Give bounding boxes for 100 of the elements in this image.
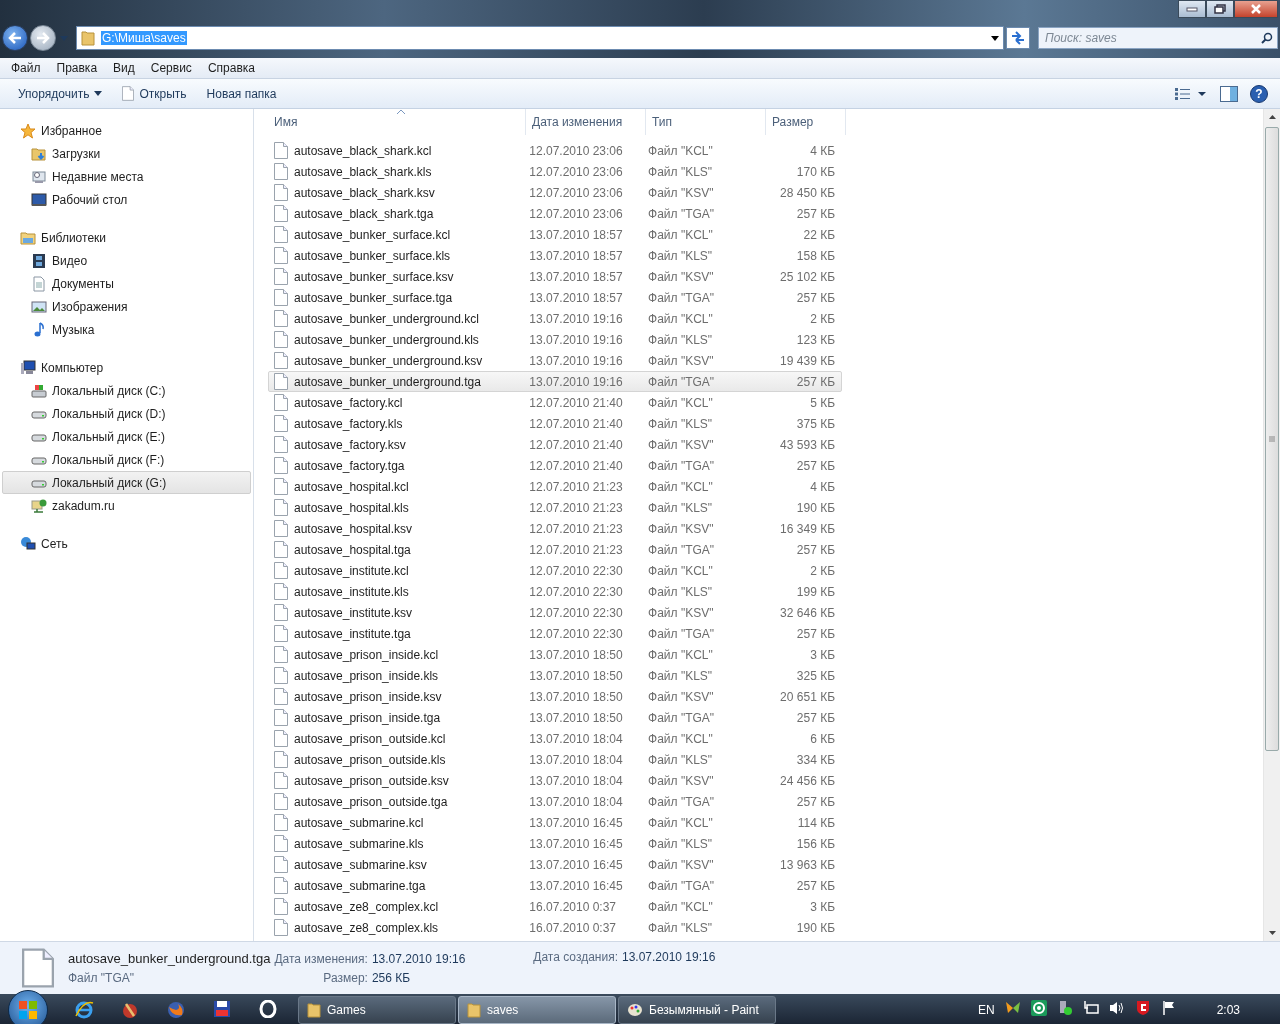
file-row[interactable]: autosave_factory.kls 12.07.2010 21:40 Файл "KLS" 375 КБ xyxy=(268,413,842,434)
nav-tree-item[interactable]: Музыка xyxy=(2,318,251,341)
nav-tree-item[interactable]: Локальный диск (G:) xyxy=(2,471,251,494)
nav-tree-item[interactable]: Рабочий стол xyxy=(2,188,251,211)
file-name: autosave_hospital.tga xyxy=(294,542,411,557)
file-row[interactable]: autosave_institute.tga 12.07.2010 22:30 Файл "TGA" 257 КБ xyxy=(268,623,842,644)
help-button[interactable]: ? xyxy=(1250,84,1268,103)
taskbar-button[interactable]: Games xyxy=(298,995,456,1024)
file-name: autosave_submarine.tga xyxy=(294,878,426,893)
file-row[interactable]: autosave_hospital.ksv 12.07.2010 21:23 Файл "KSV" 16 349 КБ xyxy=(268,518,842,539)
nav-tree-item[interactable]: Локальный диск (E:) xyxy=(2,425,251,448)
back-button[interactable] xyxy=(2,25,28,51)
nav-tree-item[interactable]: Документы xyxy=(2,272,251,295)
file-type: Файл "TGA" xyxy=(648,794,715,809)
file-row[interactable]: autosave_institute.kcl 12.07.2010 22:30 Файл "KCL" 2 КБ xyxy=(268,560,842,581)
nav-tree-item[interactable]: Избранное xyxy=(2,119,251,142)
menu-item[interactable]: Справка xyxy=(199,61,263,75)
file-row[interactable]: autosave_prison_inside.tga 13.07.2010 18:50 Файл "TGA" 257 КБ xyxy=(268,707,842,728)
file-type: Файл "KLS" xyxy=(648,920,713,935)
file-row[interactable]: autosave_factory.kcl 12.07.2010 21:40 Файл "KCL" 5 КБ xyxy=(268,392,842,413)
file-row[interactable]: autosave_bunker_underground.tga 13.07.2010 19:16 Файл "TGA" 257 КБ xyxy=(268,371,842,392)
file-row[interactable]: autosave_prison_outside.kcl 13.07.2010 18:04 Файл "KCL" 6 КБ xyxy=(268,728,842,749)
new-folder-button[interactable]: Новая папка xyxy=(198,83,285,104)
file-row[interactable]: autosave_prison_inside.kls 13.07.2010 18:50 Файл "KLS" 325 КБ xyxy=(268,665,842,686)
refresh-button[interactable] xyxy=(1006,27,1030,49)
file-row[interactable]: autosave_black_shark.kcl 12.07.2010 23:06 Файл "KCL" 4 КБ xyxy=(268,140,842,161)
taskbar-button[interactable]: Безымянный - Paint xyxy=(618,995,776,1024)
file-row[interactable]: autosave_ze8_complex.kcl 16.07.2010 0:37 Файл "KCL" 3 КБ xyxy=(268,896,842,917)
nav-tree-item[interactable]: Компьютер xyxy=(2,356,251,379)
preview-pane-button[interactable] xyxy=(1218,83,1240,104)
nav-tree-item[interactable]: Библиотеки xyxy=(2,226,251,249)
menu-item[interactable]: Сервис xyxy=(142,61,200,75)
taskbar-button[interactable]: saves xyxy=(458,995,616,1024)
file-size: 4 КБ xyxy=(810,479,835,494)
file-row[interactable]: autosave_black_shark.ksv 12.07.2010 23:06 Файл "KSV" 28 450 КБ xyxy=(268,182,842,203)
file-row[interactable]: autosave_prison_outside.kls 13.07.2010 18:04 Файл "KLS" 334 КБ xyxy=(268,749,842,770)
file-row[interactable]: autosave_hospital.kcl 12.07.2010 21:23 Файл "KCL" 4 КБ xyxy=(268,476,842,497)
file-row[interactable]: autosave_bunker_underground.kcl 13.07.2010 19:16 Файл "KCL" 2 КБ xyxy=(268,308,842,329)
file-icon xyxy=(274,856,288,873)
modified-date: 13.07.2010 18:57 xyxy=(529,248,623,263)
detail-label: Дата создания: xyxy=(533,950,618,964)
file-row[interactable]: autosave_factory.ksv 12.07.2010 21:40 Файл "KSV" 43 593 КБ xyxy=(268,434,842,455)
nav-tree-item[interactable]: Видео xyxy=(2,249,251,272)
column-header[interactable]: Тип xyxy=(646,109,766,135)
menu-item[interactable]: Файл xyxy=(3,61,49,75)
file-row[interactable]: autosave_bunker_underground.kls 13.07.2010 19:16 Файл "KLS" 123 КБ xyxy=(268,329,842,350)
file-row[interactable]: autosave_hospital.kls 12.07.2010 21:23 Файл "KLS" 190 КБ xyxy=(268,497,842,518)
file-row[interactable]: autosave_ze8_complex.kls 16.07.2010 0:37 Файл "KLS" 190 КБ xyxy=(268,917,842,938)
clock[interactable]: 2:03 xyxy=(1216,1002,1240,1017)
column-header[interactable]: Размер xyxy=(766,109,846,135)
menu-item[interactable]: Вид xyxy=(105,61,143,75)
file-row[interactable]: autosave_institute.kls 12.07.2010 22:30 Файл "KLS" 199 КБ xyxy=(268,581,842,602)
file-row[interactable]: autosave_bunker_surface.ksv 13.07.2010 18:57 Файл "KSV" 25 102 КБ xyxy=(268,266,842,287)
close-button[interactable] xyxy=(1234,0,1278,18)
file-row[interactable]: autosave_prison_inside.kcl 13.07.2010 18:50 Файл "KCL" 3 КБ xyxy=(268,644,842,665)
file-row[interactable]: autosave_submarine.kls 13.07.2010 16:45 Файл "KLS" 156 КБ xyxy=(268,833,842,854)
file-row[interactable]: autosave_bunker_surface.kls 13.07.2010 18:57 Файл "KLS" 158 КБ xyxy=(268,245,842,266)
file-name: autosave_black_shark.kls xyxy=(294,164,432,179)
file-row[interactable]: autosave_prison_outside.tga 13.07.2010 18:04 Файл "TGA" 257 КБ xyxy=(268,791,842,812)
scrollbar-thumb[interactable] xyxy=(1265,127,1279,751)
column-header[interactable]: Имя xyxy=(268,109,526,135)
nav-tree-item[interactable]: Изображения xyxy=(2,295,251,318)
column-header[interactable]: Дата изменения xyxy=(526,109,646,135)
file-row[interactable]: autosave_bunker_surface.tga 13.07.2010 18:57 Файл "TGA" 257 КБ xyxy=(268,287,842,308)
caret-icon[interactable] xyxy=(991,35,999,41)
file-size: 4 КБ xyxy=(810,143,835,158)
ring-icon[interactable] xyxy=(1030,1000,1047,1019)
file-row[interactable]: autosave_prison_outside.ksv 13.07.2010 18:04 Файл "KSV" 24 456 КБ xyxy=(268,770,842,791)
search-field[interactable]: Поиск: saves xyxy=(1038,27,1278,49)
file-size: 257 КБ xyxy=(796,290,835,305)
modified-date: 13.07.2010 18:50 xyxy=(529,710,623,725)
file-icon xyxy=(274,688,288,705)
menu-item[interactable]: Правка xyxy=(48,61,106,75)
file-size: 19 439 КБ xyxy=(780,353,835,368)
file-row[interactable]: autosave_black_shark.kls 12.07.2010 23:06 Файл "KLS" 170 КБ xyxy=(268,161,842,182)
file-row[interactable]: autosave_factory.tga 12.07.2010 21:40 Файл "TGA" 257 КБ xyxy=(268,455,842,476)
nav-tree-item[interactable]: Локальный диск (C:) xyxy=(2,379,251,402)
open-button[interactable]: Открыть xyxy=(114,83,195,104)
file-name: autosave_submarine.kcl xyxy=(294,815,424,830)
nav-tree-item[interactable]: Сеть xyxy=(2,532,251,555)
nav-tree-item[interactable]: Локальный диск (F:) xyxy=(2,448,251,471)
file-row[interactable]: autosave_hospital.tga 12.07.2010 21:23 Файл "TGA" 257 КБ xyxy=(268,539,842,560)
nav-tree-item[interactable]: Недавние места xyxy=(2,165,251,188)
file-size: 156 КБ xyxy=(796,836,835,851)
file-row[interactable]: autosave_submarine.ksv 13.07.2010 16:45 Файл "KSV" 13 963 КБ xyxy=(268,854,842,875)
file-row[interactable]: autosave_submarine.kcl 13.07.2010 16:45 Файл "KCL" 114 КБ xyxy=(268,812,842,833)
maximize-button[interactable] xyxy=(1206,0,1234,18)
organize-button[interactable]: Упорядочить xyxy=(10,83,111,104)
file-row[interactable]: autosave_black_shark.tga 12.07.2010 23:06 Файл "TGA" 257 КБ xyxy=(268,203,842,224)
file-row[interactable]: autosave_prison_inside.ksv 13.07.2010 18:50 Файл "KSV" 20 651 КБ xyxy=(268,686,842,707)
file-row[interactable]: autosave_bunker_surface.kcl 13.07.2010 18:57 Файл "KCL" 22 КБ xyxy=(268,224,842,245)
language-indicator[interactable]: EN xyxy=(977,1002,995,1017)
file-row[interactable]: autosave_submarine.tga 13.07.2010 16:45 Файл "TGA" 257 КБ xyxy=(268,875,842,896)
file-row[interactable]: autosave_institute.ksv 12.07.2010 22:30 Файл "KSV" 32 646 КБ xyxy=(268,602,842,623)
minimize-button[interactable] xyxy=(1178,0,1206,18)
nav-tree-item[interactable]: zakadum.ru xyxy=(2,494,251,517)
nav-tree-item[interactable]: Загрузки xyxy=(2,142,251,165)
file-name: autosave_prison_inside.tga xyxy=(294,710,441,725)
file-row[interactable]: autosave_bunker_underground.ksv 13.07.2010 19:16 Файл "KSV" 19 439 КБ xyxy=(268,350,842,371)
nav-tree-item[interactable]: Локальный диск (D:) xyxy=(2,402,251,425)
